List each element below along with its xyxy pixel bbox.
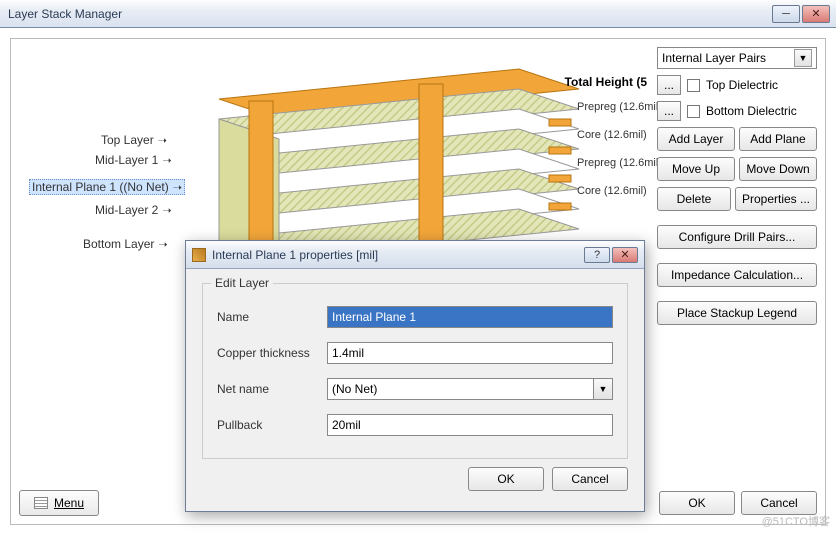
delete-button[interactable]: Delete [657,187,731,211]
cancel-button[interactable]: Cancel [741,491,817,515]
name-input[interactable]: Internal Plane 1 [327,306,613,328]
layer-pairs-dropdown[interactable]: Internal Layer Pairs ▼ [657,47,817,69]
menu-button[interactable]: Menu [19,490,99,516]
dialog-cancel-button[interactable]: Cancel [552,467,628,491]
total-height-label: Total Height (5 [565,75,647,89]
menu-icon [34,497,48,509]
edit-layer-group: Edit Layer Name Internal Plane 1 Copper … [202,283,628,459]
side-panel: Internal Layer Pairs ▼ ... Top Dielectri… [657,47,817,325]
bottom-dielectric-row: ... Bottom Dielectric [657,101,817,121]
move-up-button[interactable]: Move Up [657,157,735,181]
dialog-title: Internal Plane 1 properties [mil] [212,248,584,262]
place-legend-button[interactable]: Place Stackup Legend [657,301,817,325]
dialog-ok-button[interactable]: OK [468,467,544,491]
label-bottom-layer: Bottom Layer➝ [83,237,168,251]
callout-core-1: Core (12.6mil) [577,129,647,141]
ok-button[interactable]: OK [659,491,735,515]
label-mid-layer-1: Mid-Layer 1➝ [95,153,172,167]
bottom-dielectric-ellipsis-button[interactable]: ... [657,101,681,121]
dialog-close-button[interactable]: ✕ [612,247,638,263]
top-dielectric-label: Top Dielectric [706,78,778,92]
callout-core-2: Core (12.6mil) [577,185,647,197]
thickness-label: Copper thickness [217,346,327,360]
minimize-button[interactable]: ─ [772,5,800,23]
top-dielectric-checkbox[interactable] [687,79,700,92]
watermark: @51CTO博客 [762,513,830,529]
add-layer-button[interactable]: Add Layer [657,127,735,151]
chevron-down-icon: ▼ [794,49,812,67]
impedance-button[interactable]: Impedance Calculation... [657,263,817,287]
name-label: Name [217,310,327,324]
label-top-layer: Top Layer➝ [101,133,167,147]
top-dielectric-ellipsis-button[interactable]: ... [657,75,681,95]
properties-button[interactable]: Properties ... [735,187,817,211]
dialog-help-button[interactable]: ? [584,247,610,263]
label-internal-plane-1[interactable]: Internal Plane 1 ((No Net)➝ [29,179,185,195]
label-mid-layer-2: Mid-Layer 2➝ [95,203,172,217]
close-button[interactable]: ✕ [802,5,830,23]
bottom-dielectric-checkbox[interactable] [687,105,700,118]
chevron-down-icon[interactable]: ▼ [593,378,613,400]
window-title: Layer Stack Manager [6,7,772,21]
pullback-label: Pullback [217,418,327,432]
titlebar: Layer Stack Manager ─ ✕ [0,0,836,28]
thickness-input[interactable]: 1.4mil [327,342,613,364]
top-dielectric-row: ... Top Dielectric [657,75,817,95]
add-plane-button[interactable]: Add Plane [739,127,817,151]
dialog-titlebar: Internal Plane 1 properties [mil] ? ✕ [186,241,644,269]
configure-drill-button[interactable]: Configure Drill Pairs... [657,225,817,249]
net-name-combo[interactable]: (No Net) [327,378,593,400]
window-buttons: ─ ✕ [772,5,830,23]
dialog-icon [192,248,206,262]
pullback-input[interactable]: 20mil [327,414,613,436]
move-down-button[interactable]: Move Down [739,157,817,181]
properties-dialog: Internal Plane 1 properties [mil] ? ✕ Ed… [185,240,645,512]
net-label: Net name [217,382,327,396]
layer-pairs-value: Internal Layer Pairs [662,51,766,65]
group-label: Edit Layer [211,276,273,290]
callout-prepreg-1: Prepreg (12.6mil) [577,101,662,113]
bottom-dielectric-label: Bottom Dielectric [706,104,797,118]
callout-prepreg-2: Prepreg (12.6mil) [577,157,662,169]
